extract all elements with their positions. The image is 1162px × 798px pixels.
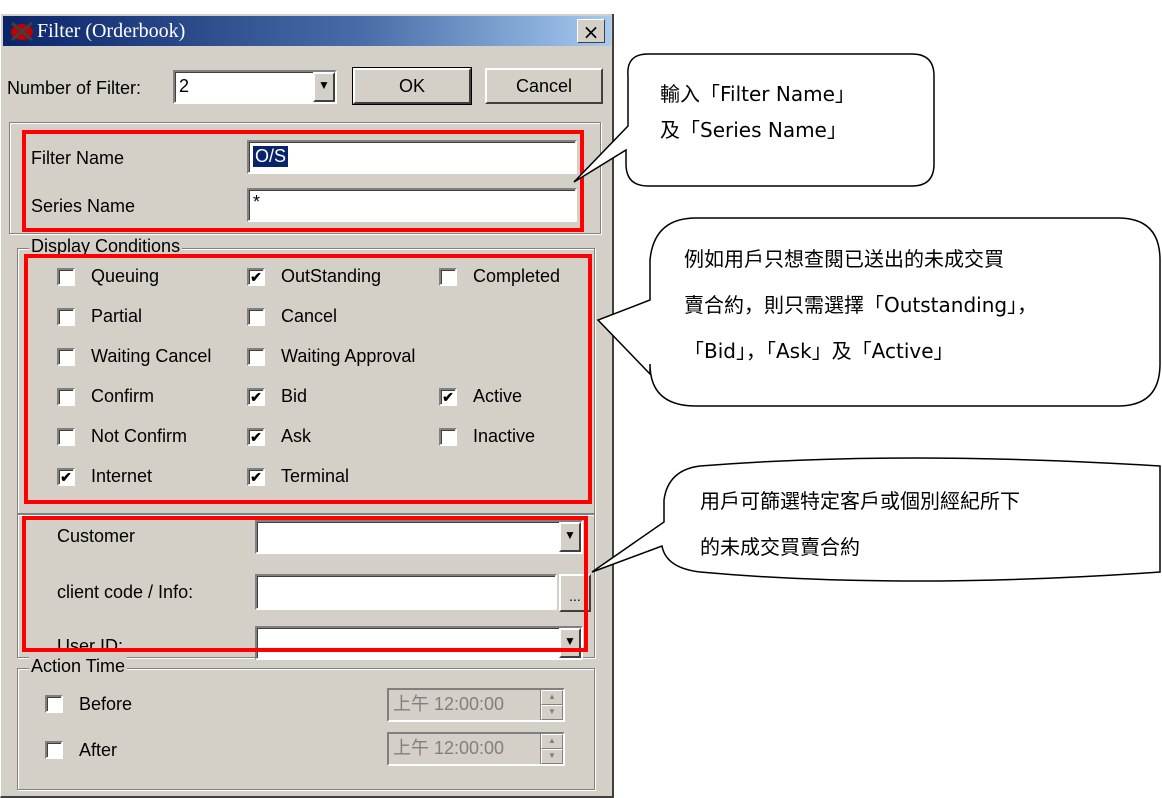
callout-1-line-2: 及「Series Name」 — [660, 118, 847, 142]
callout-2-line-1: 例如用戶只想查閱已送出的未成交買 — [684, 247, 1004, 271]
callouts-layer — [573, 53, 1161, 582]
callout-1-text: 輸入「Filter Name」 及「Series Name」 — [660, 76, 855, 148]
callout-1-line-1: 輸入「Filter Name」 — [660, 82, 855, 106]
callout-3-line-1: 用戶可篩選特定客戶或個別經紀所下 — [700, 489, 1020, 513]
callout-2-line-2: 賣合約，則只需選擇「Outstanding」， — [684, 293, 1038, 317]
callout-2-text: 例如用戶只想查閱已送出的未成交買 賣合約，則只需選擇「Outstanding」，… — [684, 236, 1037, 374]
callout-3-line-2: 的未成交買賣合約 — [700, 535, 860, 559]
callout-2-line-3: 「Bid」，「Ask」及「Active」 — [684, 339, 954, 363]
callout-3-text: 用戶可篩選特定客戶或個別經紀所下 的未成交買賣合約 — [700, 478, 1020, 570]
